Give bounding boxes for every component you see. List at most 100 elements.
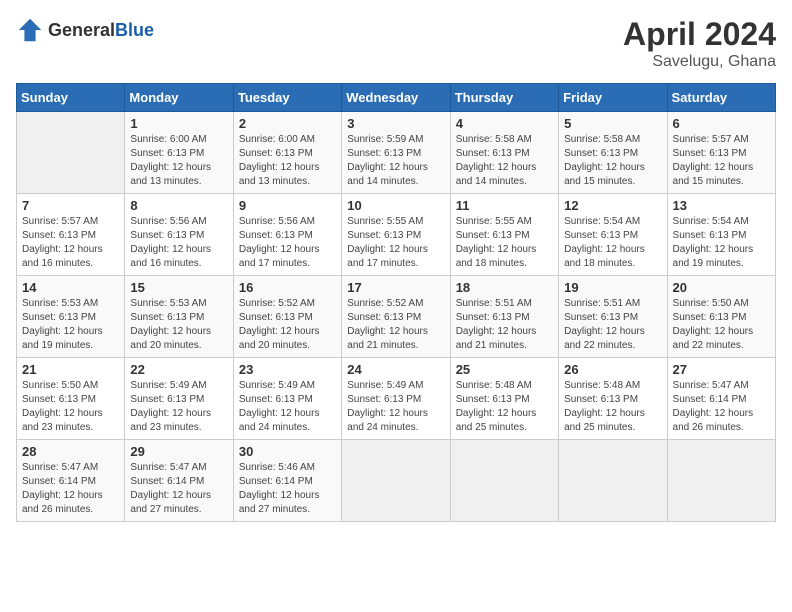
calendar-cell: 3 Sunrise: 5:59 AM Sunset: 6:13 PM Daylig…: [342, 112, 450, 194]
day-info: Sunrise: 5:54 AM Sunset: 6:13 PM Dayligh…: [564, 215, 661, 271]
calendar-week-row: 1 Sunrise: 6:00 AM Sunset: 6:13 PM Daylig…: [17, 112, 776, 194]
column-header-friday: Friday: [559, 84, 667, 112]
day-number: 3: [347, 116, 444, 131]
page-header: GeneralBlue April 2024 Savelugu, Ghana: [16, 16, 776, 71]
day-number: 9: [239, 198, 336, 213]
calendar-subtitle: Savelugu, Ghana: [623, 53, 776, 71]
day-number: 24: [347, 362, 444, 377]
day-info: Sunrise: 5:46 AM Sunset: 6:14 PM Dayligh…: [239, 461, 336, 517]
calendar-cell: 9 Sunrise: 5:56 AM Sunset: 6:13 PM Daylig…: [233, 194, 341, 276]
day-info: Sunrise: 5:53 AM Sunset: 6:13 PM Dayligh…: [22, 297, 119, 353]
day-number: 29: [130, 444, 227, 459]
calendar-cell: 1 Sunrise: 6:00 AM Sunset: 6:13 PM Daylig…: [125, 112, 233, 194]
day-number: 4: [456, 116, 553, 131]
day-info: Sunrise: 5:50 AM Sunset: 6:13 PM Dayligh…: [22, 379, 119, 435]
calendar-cell: 6 Sunrise: 5:57 AM Sunset: 6:13 PM Daylig…: [667, 112, 775, 194]
day-number: 18: [456, 280, 553, 295]
day-number: 7: [22, 198, 119, 213]
day-number: 21: [22, 362, 119, 377]
calendar-cell: 8Sunrise: 5:56 AM Sunset: 6:13 PM Daylig…: [125, 194, 233, 276]
calendar-cell: 20 Sunrise: 5:50 AM Sunset: 6:13 PM Dayli…: [667, 276, 775, 358]
logo-text: GeneralBlue: [48, 20, 154, 41]
calendar-cell: 15 Sunrise: 5:53 AM Sunset: 6:13 PM Dayli…: [125, 276, 233, 358]
day-info: Sunrise: 5:55 AM Sunset: 6:13 PM Dayligh…: [456, 215, 553, 271]
column-header-monday: Monday: [125, 84, 233, 112]
calendar-cell: 30 Sunrise: 5:46 AM Sunset: 6:14 PM Dayli…: [233, 440, 341, 522]
calendar-cell: 25Sunrise: 5:48 AM Sunset: 6:13 PM Dayli…: [450, 358, 558, 440]
day-info: Sunrise: 5:49 AM Sunset: 6:13 PM Dayligh…: [347, 379, 444, 435]
calendar-cell: 4 Sunrise: 5:58 AM Sunset: 6:13 PM Daylig…: [450, 112, 558, 194]
calendar-cell: 14 Sunrise: 5:53 AM Sunset: 6:13 PM Dayli…: [17, 276, 125, 358]
calendar-cell: 21 Sunrise: 5:50 AM Sunset: 6:13 PM Dayli…: [17, 358, 125, 440]
day-info: Sunrise: 5:59 AM Sunset: 6:13 PM Dayligh…: [347, 133, 444, 189]
column-header-saturday: Saturday: [667, 84, 775, 112]
day-number: 10: [347, 198, 444, 213]
day-number: 30: [239, 444, 336, 459]
calendar-cell: 12 Sunrise: 5:54 AM Sunset: 6:13 PM Dayli…: [559, 194, 667, 276]
day-number: 23: [239, 362, 336, 377]
day-info: Sunrise: 5:51 AM Sunset: 6:13 PM Dayligh…: [456, 297, 553, 353]
day-number: 26: [564, 362, 661, 377]
day-info: Sunrise: 6:00 AM Sunset: 6:13 PM Dayligh…: [130, 133, 227, 189]
day-number: 6: [673, 116, 770, 131]
day-number: 13: [673, 198, 770, 213]
day-number: 14: [22, 280, 119, 295]
day-info: Sunrise: 5:47 AM Sunset: 6:14 PM Dayligh…: [130, 461, 227, 517]
day-info: Sunrise: 5:50 AM Sunset: 6:13 PM Dayligh…: [673, 297, 770, 353]
calendar-cell: 28 Sunrise: 5:47 AM Sunset: 6:14 PM Dayli…: [17, 440, 125, 522]
calendar-cell: 19Sunrise: 5:51 AM Sunset: 6:13 PM Dayli…: [559, 276, 667, 358]
calendar-cell: 11 Sunrise: 5:55 AM Sunset: 6:13 PM Dayli…: [450, 194, 558, 276]
calendar-cell: 7Sunrise: 5:57 AM Sunset: 6:13 PM Daylig…: [17, 194, 125, 276]
day-info: Sunrise: 6:00 AM Sunset: 6:13 PM Dayligh…: [239, 133, 336, 189]
day-number: 1: [130, 116, 227, 131]
day-info: Sunrise: 5:49 AM Sunset: 6:13 PM Dayligh…: [239, 379, 336, 435]
calendar-cell: 5Sunrise: 5:58 AM Sunset: 6:13 PM Daylig…: [559, 112, 667, 194]
calendar-cell: 17Sunrise: 5:52 AM Sunset: 6:13 PM Dayli…: [342, 276, 450, 358]
column-header-wednesday: Wednesday: [342, 84, 450, 112]
logo: GeneralBlue: [16, 16, 154, 44]
day-number: 20: [673, 280, 770, 295]
day-number: 15: [130, 280, 227, 295]
calendar-cell: 26 Sunrise: 5:48 AM Sunset: 6:13 PM Dayli…: [559, 358, 667, 440]
calendar-cell: [17, 112, 125, 194]
day-info: Sunrise: 5:48 AM Sunset: 6:13 PM Dayligh…: [564, 379, 661, 435]
day-info: Sunrise: 5:55 AM Sunset: 6:13 PM Dayligh…: [347, 215, 444, 271]
day-info: Sunrise: 5:56 AM Sunset: 6:13 PM Dayligh…: [130, 215, 227, 271]
column-header-thursday: Thursday: [450, 84, 558, 112]
day-info: Sunrise: 5:58 AM Sunset: 6:13 PM Dayligh…: [564, 133, 661, 189]
calendar-cell: 27Sunrise: 5:47 AM Sunset: 6:14 PM Dayli…: [667, 358, 775, 440]
day-number: 19: [564, 280, 661, 295]
calendar-table: SundayMondayTuesdayWednesdayThursdayFrid…: [16, 83, 776, 522]
calendar-week-row: 21 Sunrise: 5:50 AM Sunset: 6:13 PM Dayli…: [17, 358, 776, 440]
day-number: 11: [456, 198, 553, 213]
day-number: 12: [564, 198, 661, 213]
day-info: Sunrise: 5:52 AM Sunset: 6:13 PM Dayligh…: [239, 297, 336, 353]
calendar-cell: [667, 440, 775, 522]
calendar-cell: 29 Sunrise: 5:47 AM Sunset: 6:14 PM Dayli…: [125, 440, 233, 522]
calendar-header-row: SundayMondayTuesdayWednesdayThursdayFrid…: [17, 84, 776, 112]
day-info: Sunrise: 5:56 AM Sunset: 6:13 PM Dayligh…: [239, 215, 336, 271]
title-block: April 2024 Savelugu, Ghana: [623, 16, 776, 71]
calendar-cell: 2Sunrise: 6:00 AM Sunset: 6:13 PM Daylig…: [233, 112, 341, 194]
day-info: Sunrise: 5:47 AM Sunset: 6:14 PM Dayligh…: [22, 461, 119, 517]
day-info: Sunrise: 5:48 AM Sunset: 6:13 PM Dayligh…: [456, 379, 553, 435]
calendar-cell: 10 Sunrise: 5:55 AM Sunset: 6:13 PM Dayli…: [342, 194, 450, 276]
logo-icon: [16, 16, 44, 44]
calendar-cell: [450, 440, 558, 522]
day-number: 27: [673, 362, 770, 377]
column-header-sunday: Sunday: [17, 84, 125, 112]
day-info: Sunrise: 5:58 AM Sunset: 6:13 PM Dayligh…: [456, 133, 553, 189]
day-number: 22: [130, 362, 227, 377]
calendar-week-row: 7Sunrise: 5:57 AM Sunset: 6:13 PM Daylig…: [17, 194, 776, 276]
day-info: Sunrise: 5:53 AM Sunset: 6:13 PM Dayligh…: [130, 297, 227, 353]
day-info: Sunrise: 5:54 AM Sunset: 6:13 PM Dayligh…: [673, 215, 770, 271]
day-number: 16: [239, 280, 336, 295]
calendar-cell: [342, 440, 450, 522]
calendar-cell: 22Sunrise: 5:49 AM Sunset: 6:13 PM Dayli…: [125, 358, 233, 440]
logo-blue: Blue: [115, 20, 154, 40]
day-info: Sunrise: 5:57 AM Sunset: 6:13 PM Dayligh…: [673, 133, 770, 189]
calendar-cell: [559, 440, 667, 522]
calendar-cell: 13 Sunrise: 5:54 AM Sunset: 6:13 PM Dayli…: [667, 194, 775, 276]
calendar-cell: 23 Sunrise: 5:49 AM Sunset: 6:13 PM Dayli…: [233, 358, 341, 440]
day-number: 28: [22, 444, 119, 459]
